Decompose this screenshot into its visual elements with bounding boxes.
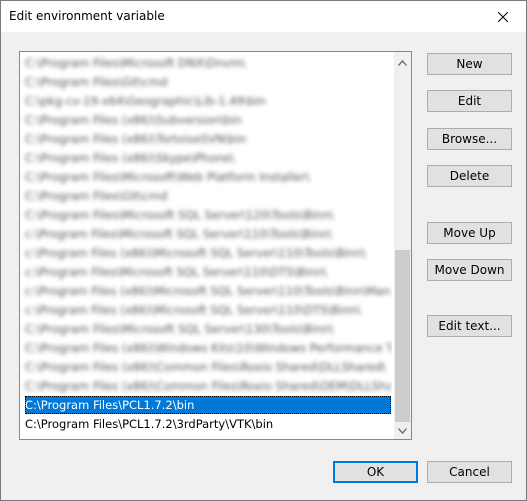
browse-button-label: Browse... bbox=[441, 132, 498, 146]
chevron-up-icon bbox=[398, 59, 407, 66]
list-item[interactable]: C:\Program Files (x86)\Common Files\Roxi… bbox=[25, 358, 391, 376]
cancel-button[interactable]: Cancel bbox=[427, 461, 512, 483]
path-list-items: C:\Program Files\PCL1.7.2\bin C:\Program… bbox=[20, 52, 392, 439]
ok-button[interactable]: OK bbox=[333, 461, 418, 483]
move-up-button-label: Move Up bbox=[443, 226, 496, 240]
list-item[interactable]: C:\Program Files\Microsoft DNX\Dnvm\ bbox=[25, 54, 391, 72]
list-item[interactable]: C:\Program Files\Git\cmd bbox=[25, 187, 391, 205]
list-item[interactable]: C:\Program Files (x86)\Subversion\bin bbox=[25, 111, 391, 129]
list-item[interactable]: C:\Program Files (x86)\Windows Kits\10\W… bbox=[25, 339, 391, 357]
edit-button[interactable]: Edit bbox=[427, 90, 512, 112]
browse-button[interactable]: Browse... bbox=[427, 128, 512, 150]
path-list[interactable]: C:\Program Files\PCL1.7.2\bin C:\Program… bbox=[19, 51, 412, 440]
list-item-selected[interactable]: C:\Program Files\PCL1.7.2\bin bbox=[25, 396, 391, 414]
delete-button[interactable]: Delete bbox=[427, 165, 512, 187]
new-button-label: New bbox=[456, 57, 483, 71]
vertical-scrollbar[interactable] bbox=[394, 52, 411, 439]
edit-button-label: Edit bbox=[457, 94, 482, 108]
list-item[interactable]: c:\Program Files (x86)\Microsoft SQL Ser… bbox=[25, 244, 391, 262]
move-down-button-label: Move Down bbox=[434, 263, 505, 277]
list-item[interactable]: C:\Program Files\Microsoft\Web Platform … bbox=[25, 168, 391, 186]
list-item[interactable]: C:\Program Files (x86)\Skype\Phone\ bbox=[25, 149, 391, 167]
list-item[interactable]: c:\Program Files\Microsoft SQL Server\11… bbox=[25, 263, 391, 281]
scroll-down-button[interactable] bbox=[394, 422, 411, 439]
list-item[interactable]: c:\Program Files (x86)\Microsoft SQL Ser… bbox=[25, 301, 391, 319]
list-item[interactable]: C:\Program Files\Git\cmd bbox=[25, 73, 391, 91]
list-item[interactable]: c:\Program Files (x86)\Microsoft SQL Ser… bbox=[25, 282, 391, 300]
scrollbar-thumb[interactable] bbox=[395, 250, 410, 422]
window-title: Edit environment variable bbox=[9, 9, 165, 23]
list-item[interactable]: C:\Program Files\PCL1.7.2\3rdParty\VTK\b… bbox=[25, 415, 391, 433]
delete-button-label: Delete bbox=[449, 169, 490, 183]
list-item[interactable]: C:\Program Files (x86)\Common Files\Roxi… bbox=[25, 377, 391, 395]
dialog-window: Edit environment variable C:\Program Fil… bbox=[0, 0, 527, 501]
list-item[interactable]: C:\Program Files\Microsoft SQL Server\12… bbox=[25, 206, 391, 224]
edit-text-button[interactable]: Edit text... bbox=[427, 315, 512, 337]
title-bar: Edit environment variable bbox=[1, 1, 526, 32]
move-up-button[interactable]: Move Up bbox=[427, 222, 512, 244]
list-item[interactable]: C:\Program Files (x86)\TortoiseSVN\bin bbox=[25, 130, 391, 148]
list-item[interactable]: C:\pkg-cv-19-x64\Geographic\Lib-1.49\bin bbox=[25, 92, 391, 110]
close-icon bbox=[498, 11, 508, 22]
chevron-down-icon bbox=[398, 427, 407, 434]
close-button[interactable] bbox=[480, 1, 526, 32]
ok-button-label: OK bbox=[366, 465, 385, 479]
move-down-button[interactable]: Move Down bbox=[427, 259, 512, 281]
cancel-button-label: Cancel bbox=[449, 465, 490, 479]
list-item[interactable]: c:\Program Files\Microsoft SQL Server\11… bbox=[25, 225, 391, 243]
scroll-up-button[interactable] bbox=[394, 54, 411, 71]
new-button[interactable]: New bbox=[427, 53, 512, 75]
list-item[interactable]: C:\Program Files\Microsoft SQL Server\13… bbox=[25, 320, 391, 338]
edit-text-button-label: Edit text... bbox=[438, 319, 501, 333]
